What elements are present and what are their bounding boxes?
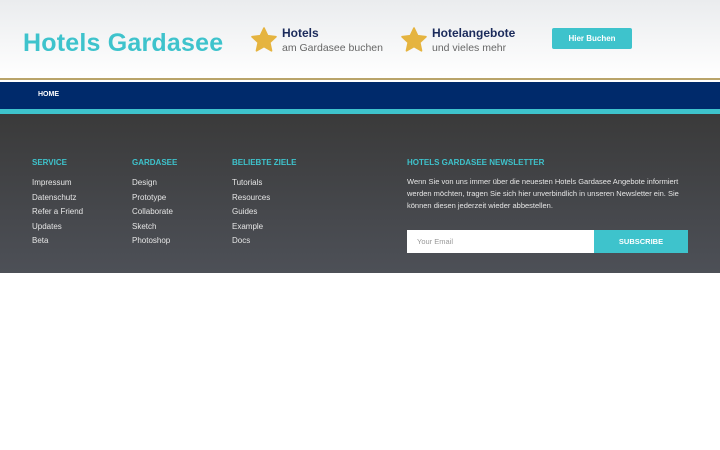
footer-link-resources[interactable]: Resources — [232, 191, 296, 206]
footer-link-guides[interactable]: Guides — [232, 205, 296, 220]
main-nav: HOME — [0, 82, 720, 109]
footer-link-datenschutz[interactable]: Datenschutz — [32, 191, 83, 206]
feature-title: Hotelangebote — [432, 26, 516, 40]
book-now-button[interactable]: Hier Buchen — [552, 28, 632, 49]
newsletter-section: HOTELS GARDASEE NEWSLETTER Wenn Sie von … — [407, 158, 689, 212]
footer-link-impressum[interactable]: Impressum — [32, 176, 83, 191]
star-icon — [251, 27, 277, 52]
footer-column-title: BELIEBTE ZIELE — [232, 158, 297, 167]
feature-offers: Hotelangebote und vieles mehr — [400, 26, 515, 55]
email-input[interactable] — [407, 230, 594, 253]
feature-subtitle: und vieles mehr — [432, 42, 507, 54]
footer-link-refer[interactable]: Refer a Friend — [32, 205, 83, 220]
feature-subtitle: am Gardasee buchen — [282, 42, 383, 54]
site-header: Hotels Gardasee Hotels am Gardasee buche… — [0, 0, 720, 80]
footer-link-sketch[interactable]: Sketch — [132, 220, 177, 235]
feature-hotels: Hotels am Gardasee buchen — [250, 26, 383, 55]
newsletter-title: HOTELS GARDASEE NEWSLETTER — [407, 158, 545, 167]
footer-column-title: SERVICE — [32, 158, 67, 167]
footer-link-updates[interactable]: Updates — [32, 220, 83, 235]
footer-link-collaborate[interactable]: Collaborate — [132, 205, 177, 220]
feature-title: Hotels — [282, 26, 319, 40]
footer-link-design[interactable]: Design — [132, 176, 177, 191]
brand-logo[interactable]: Hotels Gardasee — [23, 29, 223, 58]
subscribe-button[interactable]: SUBSCRIBE — [594, 230, 688, 253]
footer-column-service: SERVICE Impressum Datenschutz Refer a Fr… — [32, 158, 83, 249]
footer-link-photoshop[interactable]: Photoshop — [132, 234, 177, 249]
footer-column-gardasee: GARDASEE Design Prototype Collaborate Sk… — [132, 158, 177, 249]
footer-column-destinations: BELIEBTE ZIELE Tutorials Resources Guide… — [232, 158, 296, 249]
footer-column-title: GARDASEE — [132, 158, 178, 167]
star-icon — [401, 27, 427, 52]
footer-link-docs[interactable]: Docs — [232, 234, 296, 249]
footer-link-prototype[interactable]: Prototype — [132, 191, 177, 206]
nav-item-home[interactable]: HOME — [38, 91, 59, 98]
newsletter-form: SUBSCRIBE — [407, 230, 688, 253]
footer-link-example[interactable]: Example — [232, 220, 296, 235]
newsletter-text: Wenn Sie von uns immer über die neuesten… — [407, 177, 679, 210]
site-footer: SERVICE Impressum Datenschutz Refer a Fr… — [0, 114, 720, 273]
footer-link-tutorials[interactable]: Tutorials — [232, 176, 296, 191]
footer-link-beta[interactable]: Beta — [32, 234, 83, 249]
